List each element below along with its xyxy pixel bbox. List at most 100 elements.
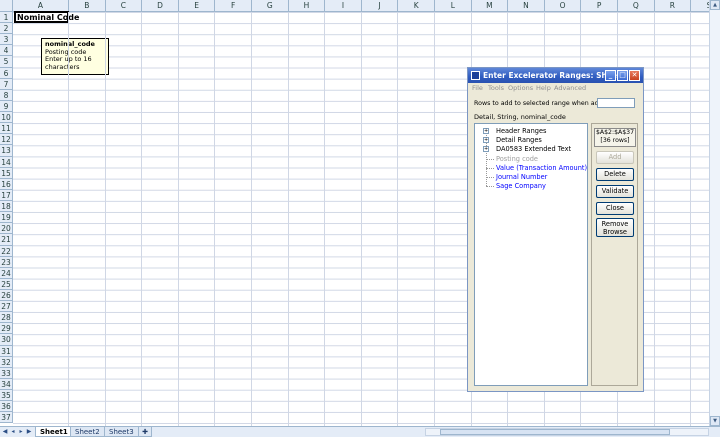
column-header-a[interactable]: A xyxy=(13,0,69,11)
menu-tools[interactable]: Tools xyxy=(488,84,504,92)
maximize-icon[interactable]: □ xyxy=(617,70,628,81)
minimize-icon[interactable]: _ xyxy=(605,70,616,81)
tab-sheet2[interactable]: Sheet2 xyxy=(70,427,105,437)
prev-sheet-icon[interactable]: ◂ xyxy=(9,428,17,436)
horizontal-scroll-thumb[interactable] xyxy=(440,429,670,435)
insert-sheet-icon[interactable]: ✚ xyxy=(138,427,152,437)
add-button[interactable]: Add xyxy=(596,151,634,164)
row-header-18[interactable]: 18 xyxy=(0,201,13,213)
column-header-n[interactable]: N xyxy=(508,0,545,11)
row-header-20[interactable]: 20 xyxy=(0,223,13,235)
row-header-34[interactable]: 34 xyxy=(0,378,13,391)
column-header-j[interactable]: J xyxy=(362,0,399,11)
row-header-9[interactable]: 9 xyxy=(0,100,13,113)
column-header-k[interactable]: K xyxy=(398,0,435,11)
menu-options[interactable]: Options xyxy=(508,84,533,92)
first-sheet-icon[interactable]: ◀ xyxy=(1,428,9,436)
row-header-30[interactable]: 30 xyxy=(0,334,13,346)
row-header-8[interactable]: 8 xyxy=(0,89,13,101)
tab-sheet1[interactable]: Sheet1 xyxy=(35,427,73,437)
column-header-f[interactable]: F xyxy=(215,0,252,11)
last-sheet-icon[interactable]: ▶ xyxy=(25,428,33,436)
row-header-31[interactable]: 31 xyxy=(0,345,13,357)
column-header-i[interactable]: I xyxy=(325,0,362,11)
row-header-35[interactable]: 35 xyxy=(0,390,13,402)
column-header-e[interactable]: E xyxy=(179,0,216,11)
tree-item[interactable]: Posting code xyxy=(475,155,587,164)
expand-icon[interactable]: + xyxy=(483,128,489,134)
column-header-b[interactable]: B xyxy=(69,0,106,11)
menu-help[interactable]: Help xyxy=(536,84,551,92)
row-header-4[interactable]: 4 xyxy=(0,45,13,57)
row-header-24[interactable]: 24 xyxy=(0,267,13,279)
row-header-28[interactable]: 28 xyxy=(0,312,13,324)
scroll-down-icon[interactable]: ▼ xyxy=(710,416,720,426)
column-header-d[interactable]: D xyxy=(142,0,179,11)
row-header-17[interactable]: 17 xyxy=(0,189,13,202)
column-header-q[interactable]: Q xyxy=(618,0,655,11)
row-header-21[interactable]: 21 xyxy=(0,234,13,246)
rows-to-add-input[interactable] xyxy=(597,98,635,108)
column-header-g[interactable]: G xyxy=(252,0,289,11)
remove-browse-label-2: Browse xyxy=(602,228,627,236)
row-header-13[interactable]: 13 xyxy=(0,145,13,157)
column-header-m[interactable]: M xyxy=(472,0,509,11)
tree-item[interactable]: Sage Company xyxy=(475,182,587,191)
column-header-bar: ABCDEFGHIJKLMNOPQRS xyxy=(0,0,709,12)
range-tree[interactable]: + Header Ranges + Detail Ranges + DA0583 Exte… xyxy=(474,123,588,386)
next-sheet-icon[interactable]: ▸ xyxy=(17,428,25,436)
row-header-1[interactable]: 1 xyxy=(0,12,13,24)
column-header-o[interactable]: O xyxy=(545,0,582,11)
row-header-5[interactable]: 5 xyxy=(0,56,13,68)
scroll-up-icon[interactable]: ▲ xyxy=(710,0,720,10)
row-header-15[interactable]: 15 xyxy=(0,167,13,179)
cell-a1[interactable]: Nominal Code xyxy=(14,11,79,23)
row-header-3[interactable]: 3 xyxy=(0,34,13,46)
horizontal-scrollbar[interactable] xyxy=(425,428,709,436)
tab-sheet3[interactable]: Sheet3 xyxy=(104,427,139,437)
tree-item[interactable]: + DA0583 Extended Text xyxy=(475,145,587,154)
remove-browse-button[interactable]: Remove Browse xyxy=(596,218,634,237)
tree-item[interactable]: Value (Transaction Amount) xyxy=(475,164,587,173)
column-header-s[interactable]: S xyxy=(691,0,709,11)
row-header-26[interactable]: 26 xyxy=(0,290,13,302)
row-header-33[interactable]: 33 xyxy=(0,367,13,379)
row-header-29[interactable]: 29 xyxy=(0,323,13,335)
dialog-titlebar[interactable]: Enter Excelerator Ranges: Sheet1 _ □ ✕ xyxy=(468,68,643,83)
delete-button[interactable]: Delete xyxy=(596,168,634,181)
tree-item[interactable]: + Detail Ranges xyxy=(475,136,587,145)
close-icon[interactable]: ✕ xyxy=(629,70,640,81)
row-header-23[interactable]: 23 xyxy=(0,256,13,268)
row-header-7[interactable]: 7 xyxy=(0,78,13,90)
row-header-2[interactable]: 2 xyxy=(0,23,13,35)
sheet-tab-bar: ◀ ◂ ▸ ▶ Sheet1 Sheet2 Sheet3 ✚ xyxy=(0,426,720,437)
tree-item[interactable]: Journal Number xyxy=(475,173,587,182)
row-header-10[interactable]: 10 xyxy=(0,112,13,124)
row-header-19[interactable]: 19 xyxy=(0,212,13,224)
expand-icon[interactable]: + xyxy=(483,137,489,144)
row-header-32[interactable]: 32 xyxy=(0,356,13,368)
column-header-h[interactable]: H xyxy=(289,0,326,11)
row-header-11[interactable]: 11 xyxy=(0,123,13,135)
column-header-r[interactable]: R xyxy=(655,0,692,11)
menu-file[interactable]: File xyxy=(472,84,483,92)
row-header-22[interactable]: 22 xyxy=(0,245,13,257)
row-header-25[interactable]: 25 xyxy=(0,278,13,290)
vertical-scrollbar[interactable]: ▲ ▼ xyxy=(709,0,720,426)
row-header-36[interactable]: 36 xyxy=(0,401,13,413)
column-header-p[interactable]: P xyxy=(581,0,618,11)
tree-item[interactable]: + Header Ranges xyxy=(475,127,587,136)
select-all-corner[interactable] xyxy=(0,0,13,11)
row-header-14[interactable]: 14 xyxy=(0,156,13,168)
row-header-16[interactable]: 16 xyxy=(0,178,13,190)
row-header-27[interactable]: 27 xyxy=(0,301,13,313)
close-button[interactable]: Close xyxy=(596,202,634,215)
row-header-6[interactable]: 6 xyxy=(0,67,13,79)
row-header-37[interactable]: 37 xyxy=(0,412,13,424)
row-header-12[interactable]: 12 xyxy=(0,134,13,146)
expand-icon[interactable]: + xyxy=(483,146,489,153)
validate-button[interactable]: Validate xyxy=(596,185,634,198)
column-header-c[interactable]: C xyxy=(106,0,143,11)
column-header-l[interactable]: L xyxy=(435,0,472,11)
menu-advanced[interactable]: Advanced xyxy=(554,84,586,92)
